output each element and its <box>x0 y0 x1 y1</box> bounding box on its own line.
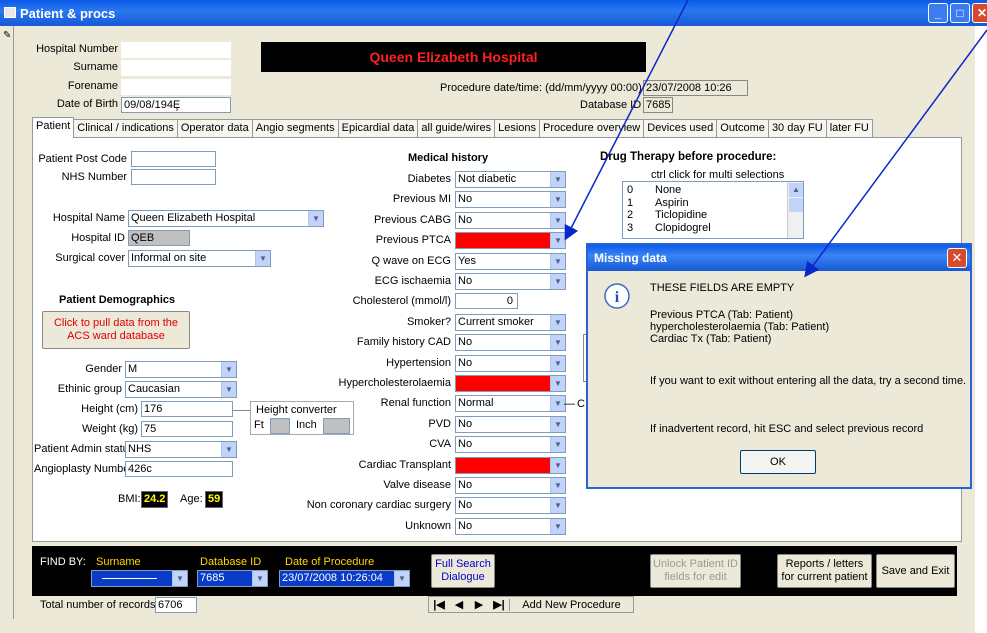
arrow-to-dialog <box>804 29 987 278</box>
tab-patient[interactable]: Patient <box>32 117 75 138</box>
arrow-to-ptca <box>564 0 689 241</box>
annotation-arrows <box>564 0 987 278</box>
